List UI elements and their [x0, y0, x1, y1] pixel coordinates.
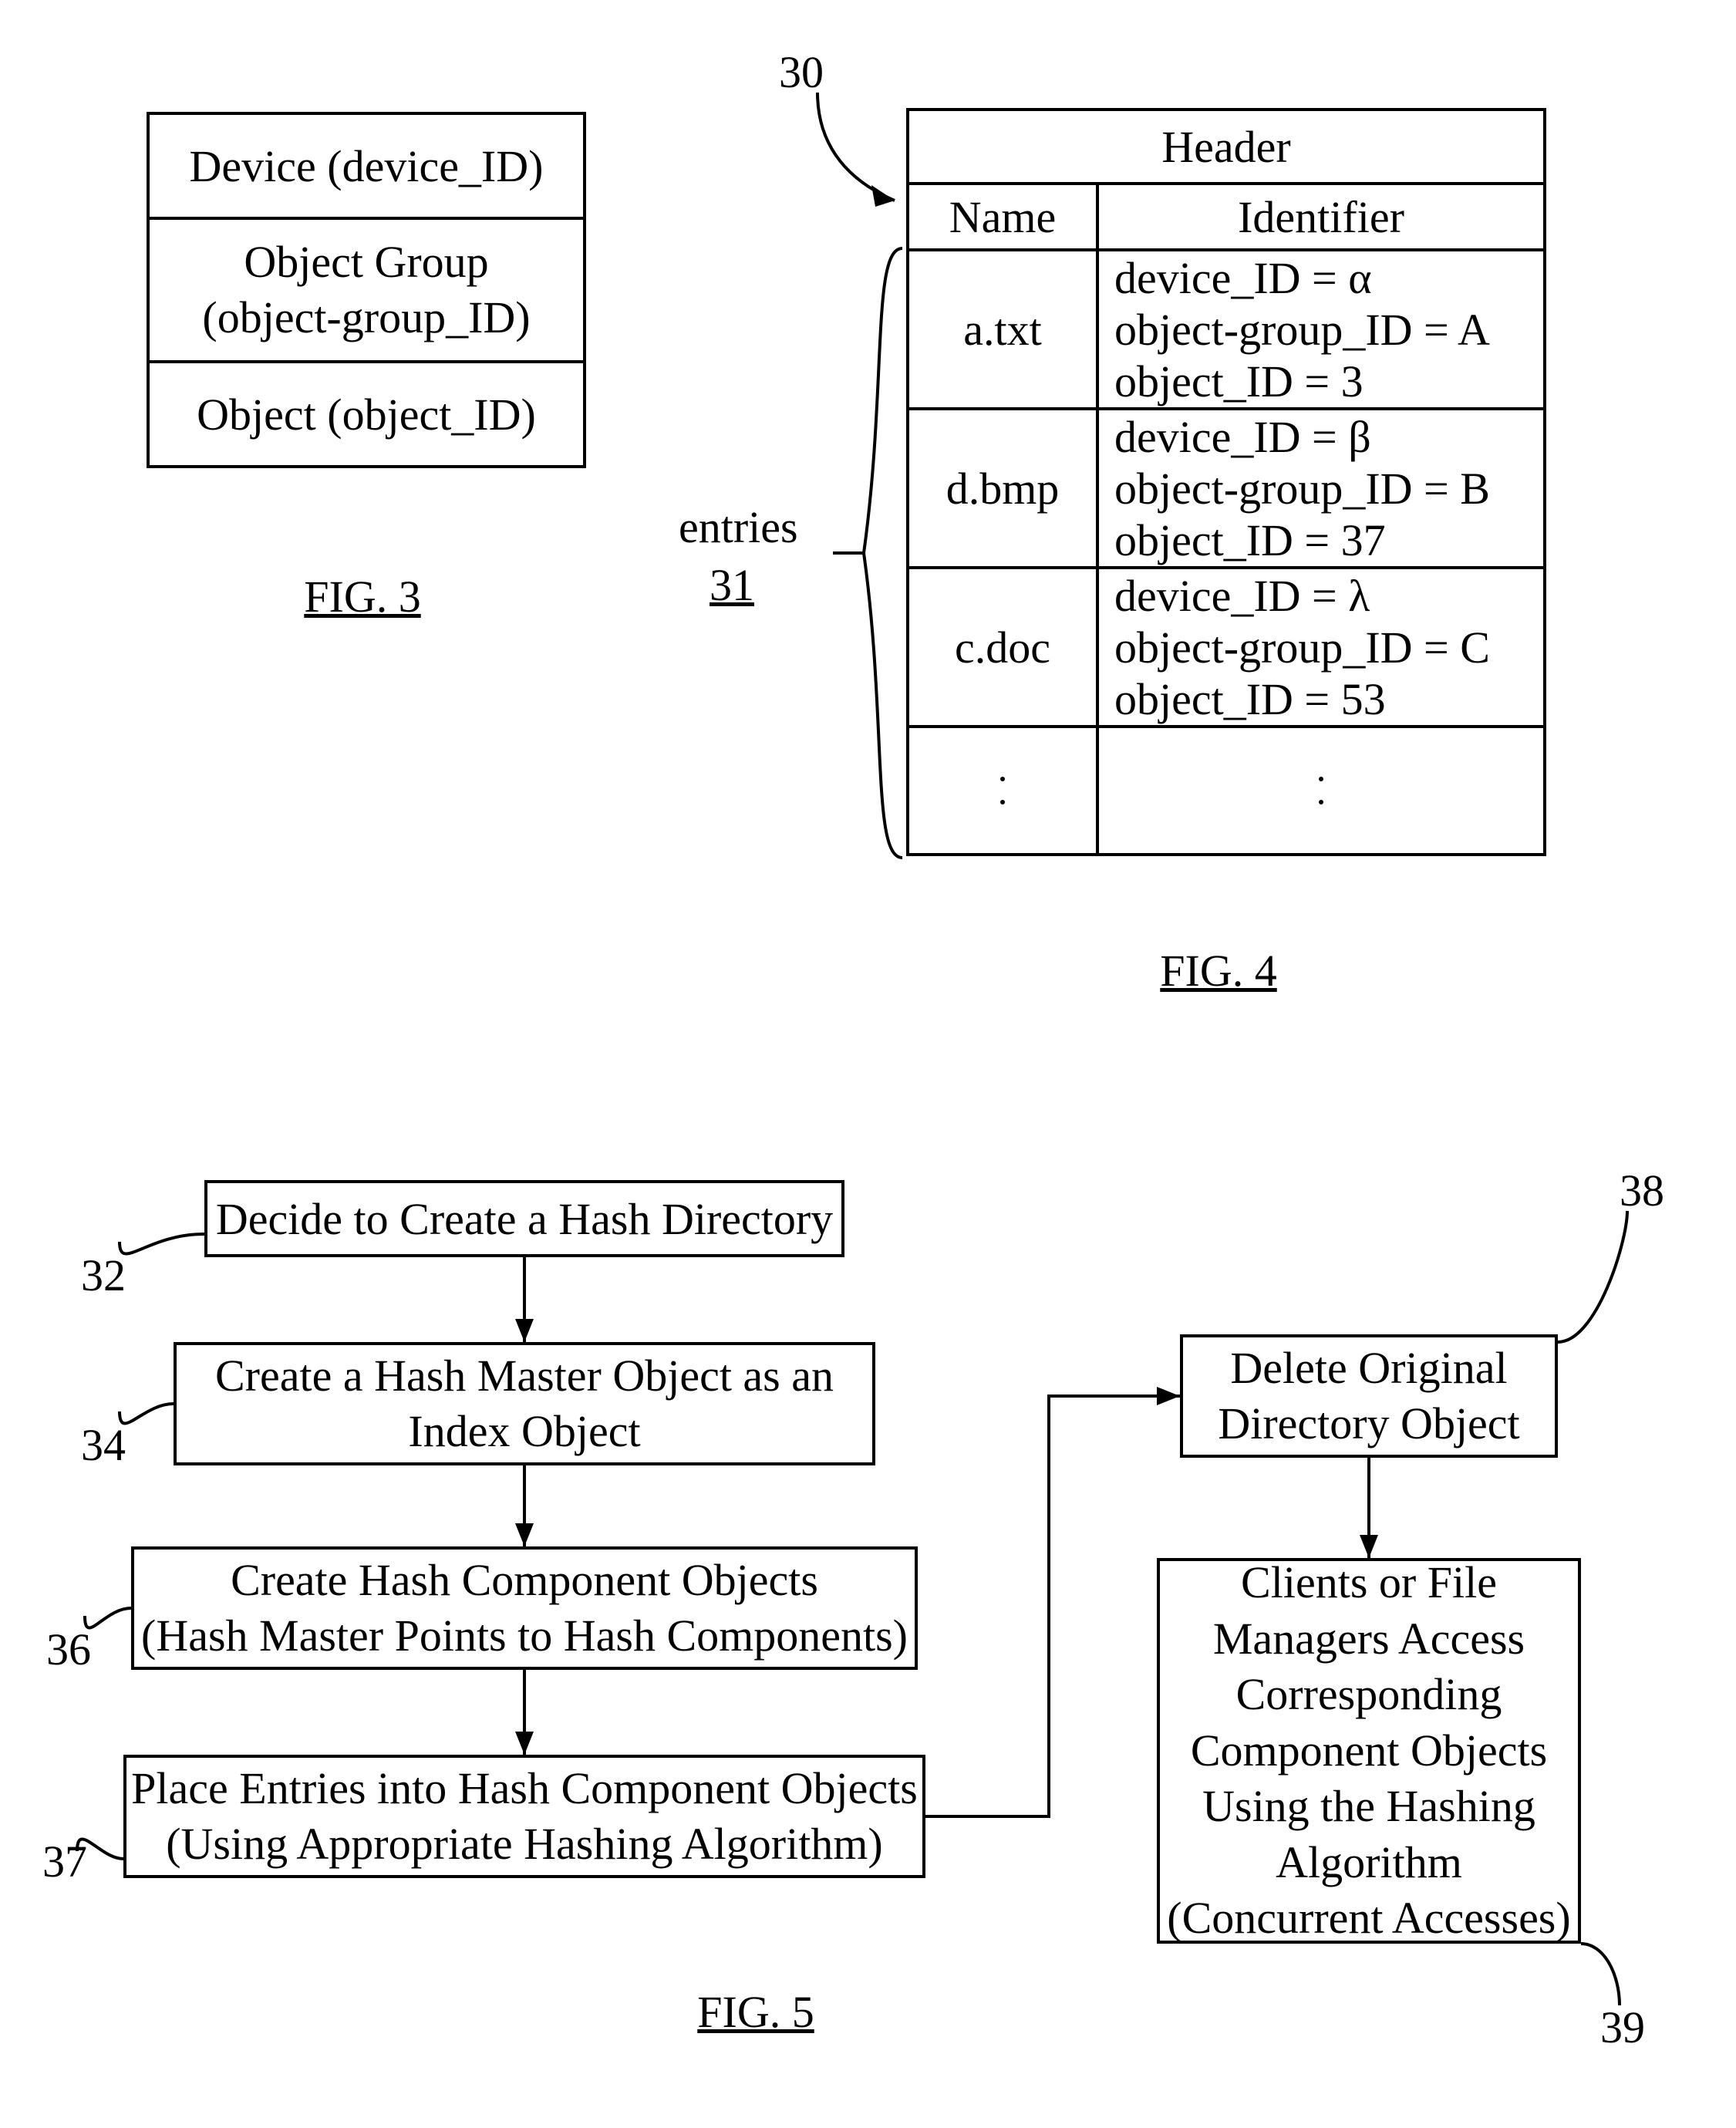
- fig5-arrows: [0, 0, 1736, 2128]
- fig5-ref-37: 37: [42, 1836, 87, 1887]
- fig5-ref-32: 32: [81, 1249, 126, 1301]
- fig5-ref-38: 38: [1620, 1165, 1664, 1216]
- fig5-ref-36: 36: [46, 1624, 91, 1675]
- fig5-ref-39: 39: [1600, 2002, 1645, 2053]
- fig5-caption: FIG. 5: [640, 1986, 871, 2038]
- fig5-ref-34: 34: [81, 1419, 126, 1471]
